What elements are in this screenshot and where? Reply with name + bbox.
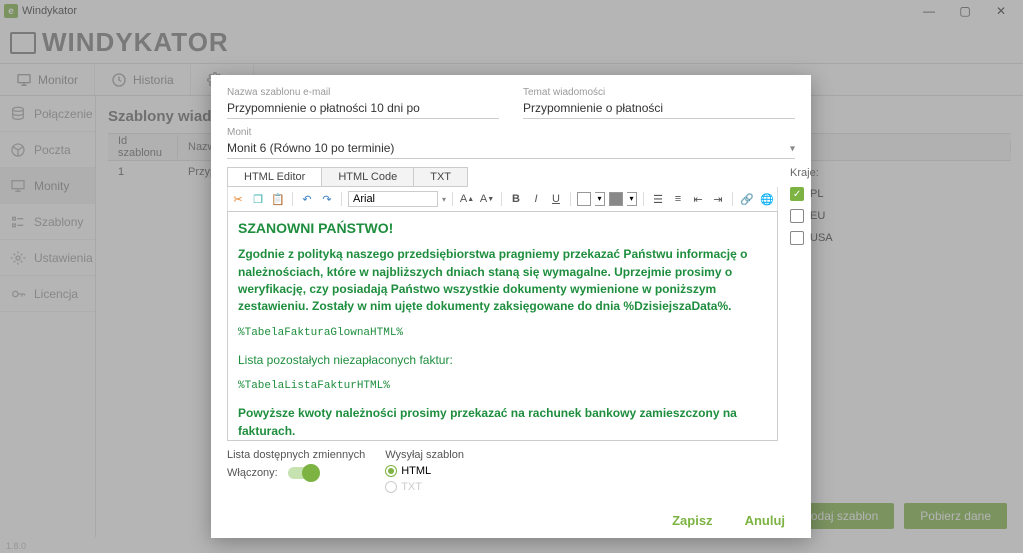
tab-txt[interactable]: TXT [414,168,467,186]
ed-heading: SZANOWNI PAŃSTWO! [238,218,767,238]
radio-txt[interactable] [385,481,397,493]
tpl-name-input[interactable] [227,98,499,119]
tab-html-code[interactable]: HTML Code [322,168,414,186]
ed-token1: %TabelaFakturaGlownaHTML% [238,326,767,342]
undo-icon[interactable]: ↶ [299,191,315,207]
enabled-toggle[interactable] [288,467,318,479]
list-bullet-icon[interactable]: ☰ [650,191,666,207]
vars-link[interactable]: Lista dostępnych zmiennych [227,449,365,461]
radio-html[interactable] [385,465,397,477]
chk-eu[interactable] [790,209,804,223]
template-editor-modal: Nazwa szablonu e-mail Temat wiadomości M… [211,75,811,538]
tpl-name-label: Nazwa szablonu e-mail [227,87,499,98]
ed-body1: Zgodnie z polityką naszego przedsiębiors… [238,246,767,316]
ed-body3: Powyższe kwoty należności prosimy przeka… [238,405,767,440]
italic-icon[interactable]: I [528,191,544,207]
subject-label: Temat wiadomości [523,87,795,98]
cancel-button[interactable]: Anuluj [745,513,785,528]
copy-icon[interactable]: ❐ [250,191,266,207]
bg-color-picker[interactable] [609,192,623,206]
chk-usa-label: USA [810,232,833,244]
tab-html-editor[interactable]: HTML Editor [228,168,322,186]
save-button[interactable]: Zapisz [672,513,712,528]
ed-token2: %TabelaListaFakturHTML% [238,379,767,395]
chk-pl[interactable]: ✓ [790,187,804,201]
font-decrease-icon[interactable]: A▼ [479,191,495,207]
list-number-icon[interactable]: ≡ [670,191,686,207]
enabled-label: Włączony: [227,467,278,479]
bg-color-dropdown[interactable]: ▾ [627,192,637,206]
indent-icon[interactable]: ⇥ [710,191,726,207]
radio-txt-label: TXT [401,481,422,493]
paste-icon[interactable]: 📋 [270,191,286,207]
chk-eu-label: EU [810,210,825,222]
send-as-label: Wysyłaj szablon [385,449,464,461]
editor-tabs: HTML Editor HTML Code TXT [227,167,468,187]
link-icon[interactable]: 🔗 [739,191,755,207]
countries-label: Kraje: [790,167,833,179]
chk-usa[interactable] [790,231,804,245]
subject-input[interactable] [523,98,795,119]
monit-label: Monit [227,127,795,138]
font-select[interactable] [348,191,438,207]
monit-dropdown[interactable] [227,138,795,159]
font-color-dropdown[interactable]: ▾ [595,192,605,206]
editor-content[interactable]: SZANOWNI PAŃSTWO! Zgodnie z polityką nas… [227,211,778,441]
bold-icon[interactable]: B [508,191,524,207]
underline-icon[interactable]: U [548,191,564,207]
radio-html-label: HTML [401,465,431,477]
cut-icon[interactable]: ✂ [230,191,246,207]
ed-body2: Lista pozostałych niezapłaconych faktur: [238,352,767,369]
redo-icon[interactable]: ↷ [319,191,335,207]
globe-icon[interactable]: 🌐 [759,191,775,207]
font-color-picker[interactable] [577,192,591,206]
outdent-icon[interactable]: ⇤ [690,191,706,207]
editor-toolbar: ✂ ❐ 📋 ↶ ↷ ▾ A▲ A▼ B I U ▾ ▾ ☰ [227,187,778,211]
font-increase-icon[interactable]: A▲ [459,191,475,207]
chk-pl-label: PL [810,188,823,200]
